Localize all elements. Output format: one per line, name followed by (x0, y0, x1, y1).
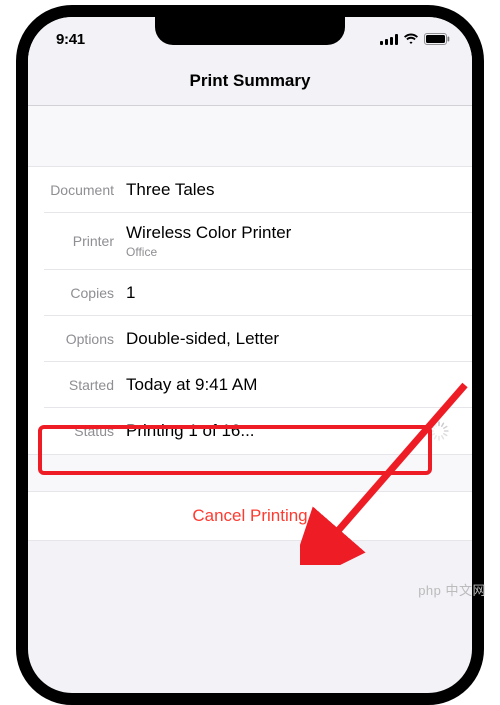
watermark: php 中文网 (418, 580, 486, 599)
battery-icon (424, 33, 450, 45)
status-indicators (380, 33, 450, 45)
row-options-value: Double-sided, Letter (126, 329, 456, 349)
signal-icon (380, 34, 398, 45)
row-started: Started Today at 9:41 AM (44, 362, 472, 408)
row-document: Document Three Tales (44, 167, 472, 213)
summary-list: Document Three Tales Printer Wireless Co… (28, 166, 472, 455)
phone-frame: 9:41 Print Summary Document Three Tales … (16, 5, 484, 705)
row-copies-label: Copies (44, 285, 126, 301)
notch (155, 15, 345, 45)
row-document-label: Document (44, 182, 126, 198)
spinner-icon (428, 420, 450, 442)
row-printer: Printer Wireless Color Printer Office (44, 213, 472, 270)
cancel-printing-button[interactable]: Cancel Printing (28, 492, 472, 540)
row-printer-value: Wireless Color Printer (126, 223, 291, 243)
row-copies-value: 1 (126, 283, 456, 303)
row-status-value: Printing 1 of 16... (126, 421, 428, 441)
row-started-value: Today at 9:41 AM (126, 375, 456, 395)
status-time: 9:41 (56, 31, 85, 48)
wifi-icon (403, 33, 419, 45)
row-options: Options Double-sided, Letter (44, 316, 472, 362)
row-document-value: Three Tales (126, 180, 456, 200)
row-copies: Copies 1 (44, 270, 472, 316)
row-options-label: Options (44, 331, 126, 347)
header: Print Summary (28, 61, 472, 106)
row-printer-sub: Office (126, 245, 291, 259)
cancel-section: Cancel Printing (28, 491, 472, 541)
content: Document Three Tales Printer Wireless Co… (28, 106, 472, 541)
page-title: Print Summary (28, 71, 472, 91)
row-status: Status Printing 1 of 16... (44, 408, 472, 454)
row-printer-label: Printer (44, 233, 126, 249)
row-started-label: Started (44, 377, 126, 393)
row-status-label: Status (44, 423, 126, 439)
